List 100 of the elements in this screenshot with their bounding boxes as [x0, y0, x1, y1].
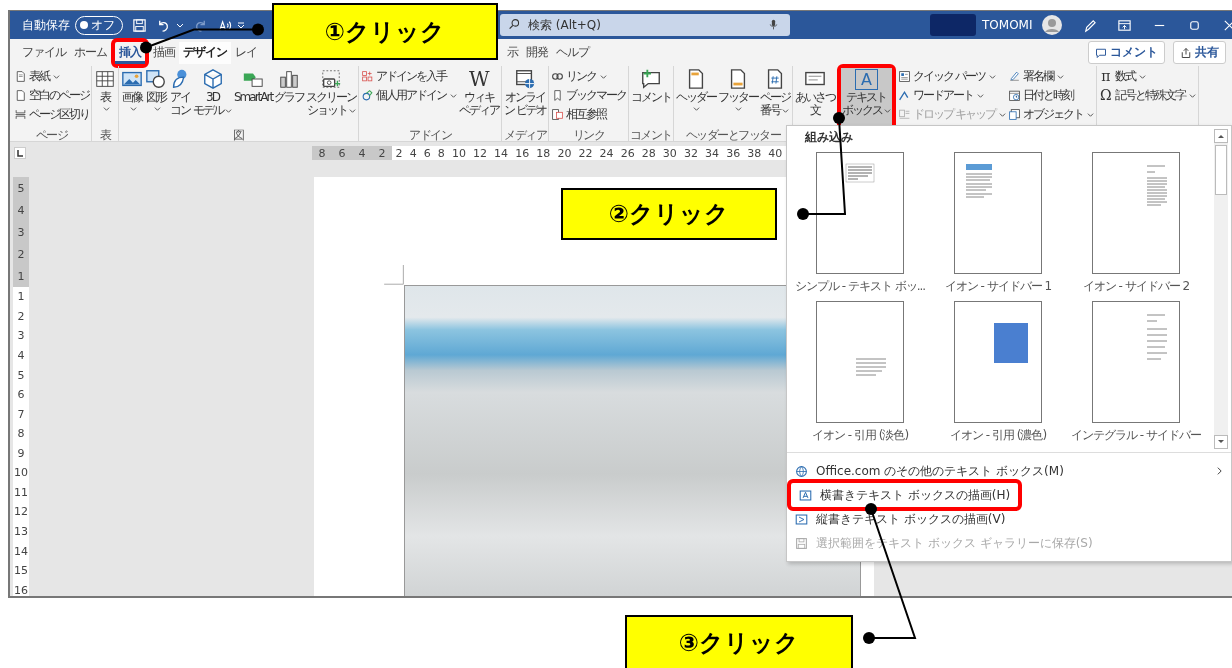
ruler-number: 16: [14, 584, 28, 596]
ruler-number: 2: [17, 310, 25, 322]
ribbon-button[interactable]: コメント: [630, 67, 672, 127]
customize-caret-icon[interactable]: [237, 21, 245, 29]
wordart-icon: [898, 88, 911, 102]
ribbon-button[interactable]: ブックマーク: [550, 86, 627, 104]
ruler-number: 5: [17, 369, 25, 381]
margin-corner-mark: [384, 265, 404, 285]
scroll-thumb[interactable]: [1215, 145, 1227, 195]
ribbon-button[interactable]: アドインを入手: [360, 67, 459, 85]
caret-icon: [129, 105, 137, 112]
ribbon-button[interactable]: スクリーンショット: [305, 67, 358, 127]
ribbon-button[interactable]: ヘッダー: [675, 67, 717, 127]
ribbon-button[interactable]: W ウィキペディア: [458, 67, 501, 127]
ruler-number: 28: [641, 147, 656, 159]
ribbon-tab[interactable]: ファイル: [18, 41, 70, 64]
ribbon-tab[interactable]: レイ: [231, 41, 261, 64]
ruler-number: 6: [338, 147, 346, 159]
ribbon-button[interactable]: アイコン: [168, 67, 192, 127]
ruler-number: 4: [358, 147, 366, 159]
menu-item[interactable]: 縦書きテキスト ボックスの描画(V): [787, 507, 1231, 531]
gallery-item[interactable]: シンプル - テキスト ボッ...: [791, 152, 929, 293]
ribbon-button[interactable]: ワードアート: [897, 86, 1007, 104]
drop-cap-icon: [898, 107, 911, 121]
caret-icon: [1188, 91, 1196, 99]
menu-item[interactable]: 横書きテキスト ボックスの描画(H): [791, 483, 1019, 507]
ribbon-button[interactable]: 画像: [120, 67, 144, 127]
avatar-icon[interactable]: [1042, 15, 1063, 35]
ribbon-button[interactable]: π 数式: [1097, 67, 1197, 85]
tab-selector-icon[interactable]: [14, 147, 26, 159]
text-box-icon: [799, 488, 812, 502]
scroll-down-icon[interactable]: [1214, 435, 1228, 449]
pen-icon[interactable]: [1082, 17, 1098, 33]
signature-icon: [1007, 69, 1021, 83]
ribbon-tab[interactable]: 挿入: [115, 41, 145, 64]
ribbon-display-icon[interactable]: [1117, 17, 1133, 33]
ribbon-button[interactable]: 空白のページ: [13, 86, 90, 104]
scroll-up-icon[interactable]: [1214, 129, 1228, 143]
caret-icon: [1086, 110, 1094, 118]
gallery-item[interactable]: インテグラル - サイドバー: [1067, 301, 1205, 442]
ruler-number: 3: [17, 330, 25, 342]
ribbon-button[interactable]: オンライン ビデオ: [503, 67, 547, 127]
ribbon-button[interactable]: Ω 記号と特殊文字: [1097, 86, 1197, 104]
ribbon-button[interactable]: ページ番号: [759, 67, 791, 127]
save-icon[interactable]: [132, 17, 147, 33]
ribbon-tab[interactable]: ホーム: [70, 41, 111, 64]
caret-icon[interactable]: [176, 21, 184, 29]
ribbon-button[interactable]: 3Dモデル: [192, 67, 233, 127]
object-icon: [1007, 107, 1021, 121]
caret-icon: [735, 105, 743, 112]
ruler-number: 4: [17, 204, 25, 216]
caret-icon: [977, 91, 984, 99]
ribbon-button[interactable]: 署名欄: [1006, 67, 1095, 85]
callout-label: ①クリック: [272, 3, 498, 60]
ruler-number: 7: [17, 408, 25, 420]
ribbon-tab[interactable]: ヘルプ: [552, 41, 593, 64]
ribbon-button[interactable]: 表: [93, 67, 117, 127]
ribbon-button[interactable]: ページ区切り: [13, 105, 90, 123]
ribbon-button[interactable]: 相互参照: [550, 105, 627, 123]
search-field[interactable]: 検索 (Alt+Q): [500, 14, 790, 36]
bookmark-icon: [551, 88, 564, 102]
ribbon-button[interactable]: 日付と時刻: [1006, 86, 1095, 104]
ribbon-button[interactable]: 個人用アドイン: [360, 86, 459, 104]
gallery-item[interactable]: イオン - 引用 (淡色): [791, 301, 929, 442]
ruler-number: 1: [17, 291, 25, 303]
group-label: コメント: [630, 127, 672, 141]
ribbon-button[interactable]: オブジェクト: [1006, 105, 1095, 123]
microphone-icon[interactable]: [767, 18, 780, 31]
ribbon-tab[interactable]: 描画: [149, 41, 179, 64]
ribbon-tab[interactable]: 開発: [522, 41, 552, 64]
gallery-item[interactable]: イオン - サイドバー 2: [1067, 152, 1205, 293]
ribbon-button[interactable]: グラフ: [273, 67, 306, 127]
ribbon-button[interactable]: 表紙: [13, 67, 90, 85]
cover-page-icon: [14, 69, 27, 83]
ribbon-tab[interactable]: デザイン: [179, 41, 231, 64]
menu-item[interactable]: Office.com のその他のテキスト ボックス(M): [787, 459, 1231, 483]
ribbon-tab[interactable]: 示: [503, 41, 522, 64]
ribbon-button[interactable]: フッター: [717, 67, 759, 127]
gallery-item[interactable]: イオン - 引用 (濃色): [929, 301, 1067, 442]
share-button[interactable]: 共有: [1173, 41, 1226, 64]
addin-icon: [361, 88, 375, 102]
autosave-label: 自動保存: [22, 16, 70, 34]
store-icon: [361, 69, 375, 83]
caret-icon: [153, 105, 161, 112]
ribbon-button[interactable]: リンク: [550, 67, 627, 85]
ruler-number: 2: [395, 147, 403, 159]
group-label: ページ: [34, 127, 69, 141]
account-block: [930, 14, 976, 36]
caret-icon: [988, 72, 996, 80]
ruler-number: 13: [14, 526, 28, 538]
caret-icon: [998, 110, 1006, 118]
ruler-number: 9: [17, 447, 25, 459]
ribbon-button[interactable]: クイック パーツ: [897, 67, 1007, 85]
caret-icon: [225, 107, 232, 114]
ribbon-button[interactable]: SmartArt: [233, 67, 274, 127]
user-name[interactable]: TOMOMI: [982, 18, 1033, 32]
gallery-item[interactable]: イオン - サイドバー 1: [929, 152, 1067, 293]
comments-button[interactable]: コメント: [1088, 41, 1165, 64]
ribbon-button[interactable]: 図形: [144, 67, 168, 127]
scrollbar[interactable]: [1214, 129, 1228, 449]
